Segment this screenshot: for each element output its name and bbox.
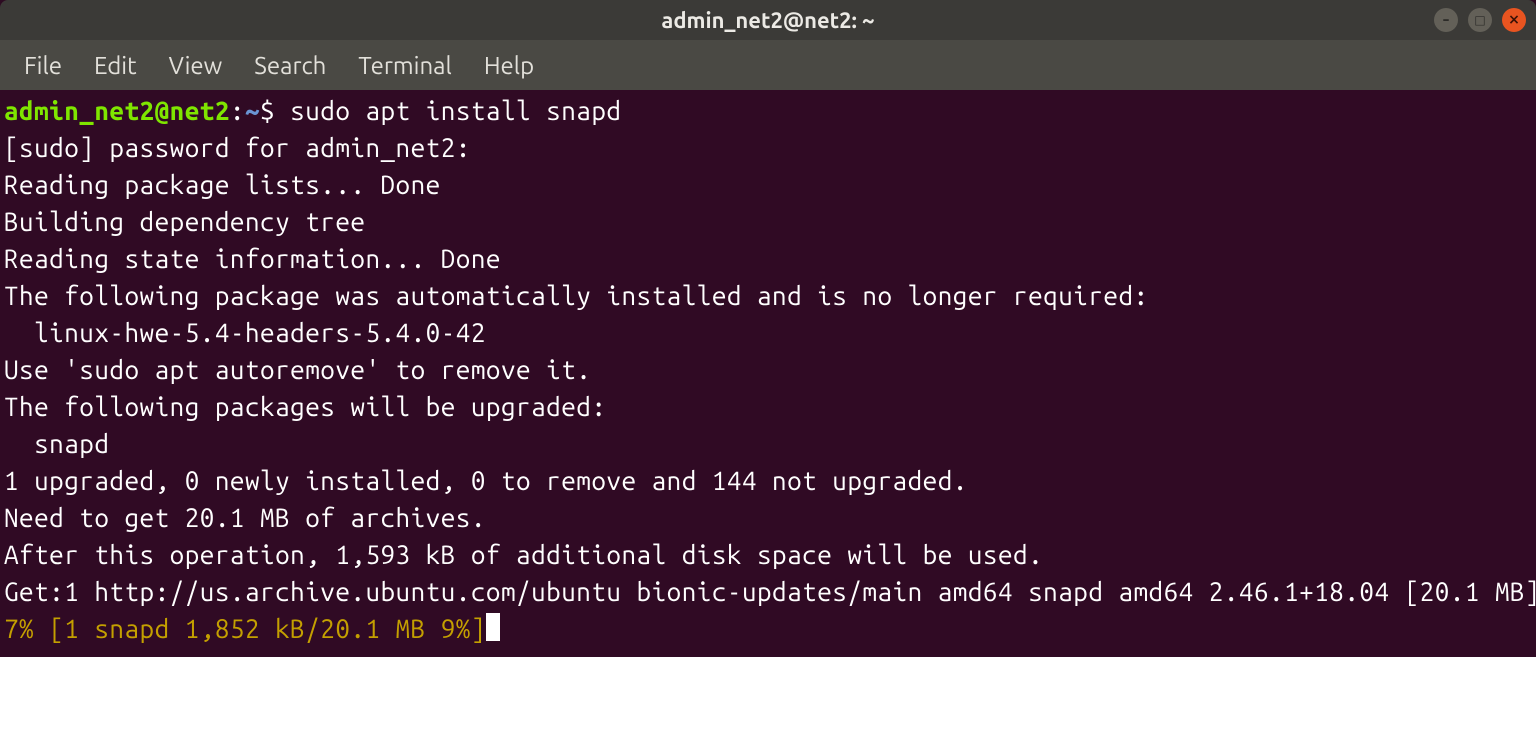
minimize-button[interactable]: – [1434, 8, 1458, 32]
prompt-separator: : [230, 96, 245, 125]
cursor-icon [486, 613, 500, 641]
output-line: Use 'sudo apt autoremove' to remove it. [4, 355, 591, 384]
menu-search[interactable]: Search [238, 46, 342, 85]
output-line: The following packages will be upgraded: [4, 392, 606, 421]
maximize-button[interactable]: □ [1468, 8, 1492, 32]
menu-view[interactable]: View [153, 46, 239, 85]
output-line: Get:1 http://us.archive.ubuntu.com/ubunt… [4, 577, 1536, 606]
menu-edit[interactable]: Edit [78, 46, 153, 85]
menu-file[interactable]: File [8, 46, 78, 85]
window-title: admin_net2@net2: ~ [661, 8, 874, 33]
prompt-path: ~ [245, 96, 260, 125]
prompt-dollar: $ [260, 96, 275, 125]
download-progress: 7% [1 snapd 1,852 kB/20.1 MB 9%] [4, 614, 486, 643]
output-line: The following package was automatically … [4, 281, 1149, 310]
output-line: Reading package lists... Done [4, 170, 441, 199]
output-line: Need to get 20.1 MB of archives. [4, 503, 486, 532]
output-line: 1 upgraded, 0 newly installed, 0 to remo… [4, 466, 968, 495]
output-line: [sudo] password for admin_net2: [4, 133, 471, 162]
output-line: After this operation, 1,593 kB of additi… [4, 540, 1043, 569]
titlebar: admin_net2@net2: ~ – □ × [0, 0, 1536, 40]
output-line: Building dependency tree [4, 207, 365, 236]
output-line: Reading state information... Done [4, 244, 501, 273]
menubar: File Edit View Search Terminal Help [0, 40, 1536, 90]
prompt-user-host: admin_net2@net2 [4, 96, 230, 125]
window-controls: – □ × [1434, 8, 1526, 32]
close-button[interactable]: × [1502, 8, 1526, 32]
menu-terminal[interactable]: Terminal [342, 46, 467, 85]
command-text: sudo apt install snapd [290, 96, 621, 125]
output-line: linux-hwe-5.4-headers-5.4.0-42 [4, 318, 486, 347]
terminal-area[interactable]: admin_net2@net2:~$ sudo apt install snap… [0, 90, 1536, 657]
output-line: snapd [4, 429, 109, 458]
menu-help[interactable]: Help [468, 46, 550, 85]
terminal-window: admin_net2@net2: ~ – □ × File Edit View … [0, 0, 1536, 657]
